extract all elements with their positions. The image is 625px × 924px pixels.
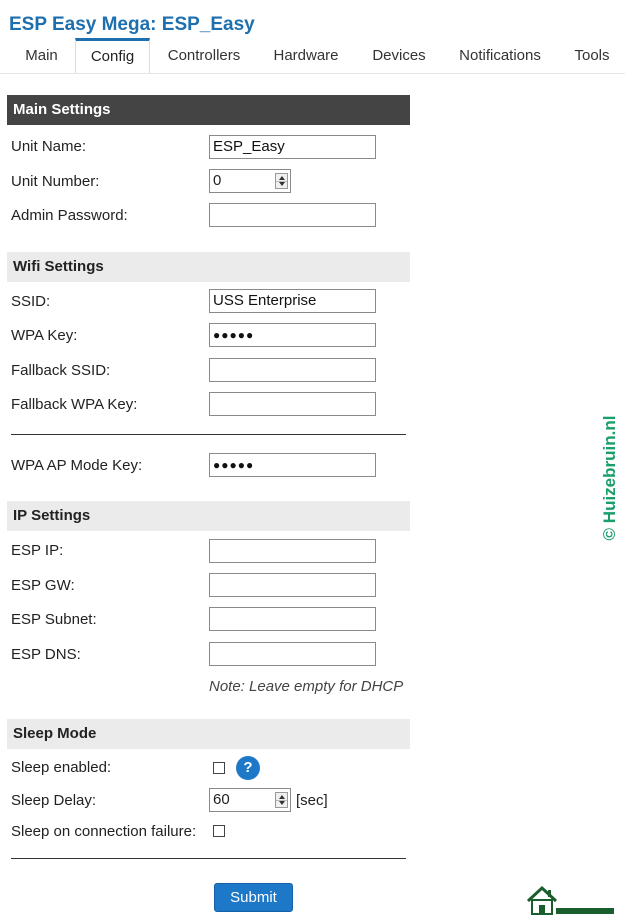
ap-mode-key-input[interactable]: ●●●●● [209, 453, 376, 477]
tab-notifications[interactable]: Notifications [452, 38, 548, 73]
admin-password-label: Admin Password: [11, 207, 128, 224]
submit-button[interactable]: Submit [214, 883, 293, 912]
sleep-delay-unit: [sec] [296, 792, 328, 809]
tab-config[interactable]: Config [75, 38, 150, 73]
tab-bar: Main Config Controllers Hardware Devices… [0, 38, 625, 73]
watermark-text: © Huizebruin.nl [600, 415, 619, 541]
page-title: ESP Easy Mega: ESP_Easy [9, 14, 255, 35]
section-header-sleep-mode: Sleep Mode [7, 719, 410, 749]
wpa-key-input[interactable]: ●●●●● [209, 323, 376, 347]
fallback-wpa-key-input[interactable] [209, 392, 376, 416]
tab-divider [0, 73, 625, 74]
sleep-enabled-checkbox[interactable] [213, 762, 225, 774]
esp-subnet-label: ESP Subnet: [11, 611, 97, 628]
tab-devices[interactable]: Devices [366, 38, 432, 73]
unit-number-input[interactable]: 0 [209, 169, 291, 193]
divider [11, 858, 406, 859]
section-header-main-settings: Main Settings [7, 95, 410, 125]
tab-main[interactable]: Main [14, 38, 69, 73]
admin-password-input[interactable] [209, 203, 376, 227]
tab-controllers[interactable]: Controllers [160, 38, 248, 73]
fallback-ssid-label: Fallback SSID: [11, 362, 111, 379]
sleep-delay-label: Sleep Delay: [11, 792, 97, 809]
spinner-icon[interactable] [275, 173, 288, 189]
esp-ip-input[interactable] [209, 539, 376, 563]
house-logo-icon [526, 884, 616, 916]
section-header-ip-settings: IP Settings [7, 501, 410, 531]
dhcp-note: Note: Leave empty for DHCP [209, 678, 404, 695]
sleep-on-failure-checkbox[interactable] [213, 825, 225, 837]
unit-number-value: 0 [213, 172, 222, 189]
esp-ip-label: ESP IP: [11, 542, 64, 559]
section-header-wifi-settings: Wifi Settings [7, 252, 410, 282]
ap-mode-key-label: WPA AP Mode Key: [11, 457, 143, 474]
fallback-ssid-input[interactable] [209, 358, 376, 382]
esp-dns-label: ESP DNS: [11, 646, 81, 663]
divider [11, 434, 406, 435]
unit-name-input[interactable]: ESP_Easy [209, 135, 376, 159]
unit-name-label: Unit Name: [11, 138, 87, 155]
esp-subnet-input[interactable] [209, 607, 376, 631]
sleep-enabled-label: Sleep enabled: [11, 759, 112, 776]
sleep-on-failure-label: Sleep on connection failure: [11, 823, 197, 840]
fallback-wpa-key-label: Fallback WPA Key: [11, 396, 138, 413]
wpa-key-label: WPA Key: [11, 327, 78, 344]
esp-dns-input[interactable] [209, 642, 376, 666]
sleep-delay-input[interactable]: 60 [209, 788, 291, 812]
tab-tools[interactable]: Tools [568, 38, 616, 73]
esp-gw-input[interactable] [209, 573, 376, 597]
tab-hardware[interactable]: Hardware [268, 38, 344, 73]
unit-number-label: Unit Number: [11, 173, 100, 190]
sleep-delay-value: 60 [213, 791, 230, 808]
help-icon[interactable]: ? [236, 756, 260, 780]
ssid-input[interactable]: USS Enterprise [209, 289, 376, 313]
esp-gw-label: ESP GW: [11, 577, 75, 594]
spinner-icon[interactable] [275, 792, 288, 808]
ssid-label: SSID: [11, 293, 51, 310]
